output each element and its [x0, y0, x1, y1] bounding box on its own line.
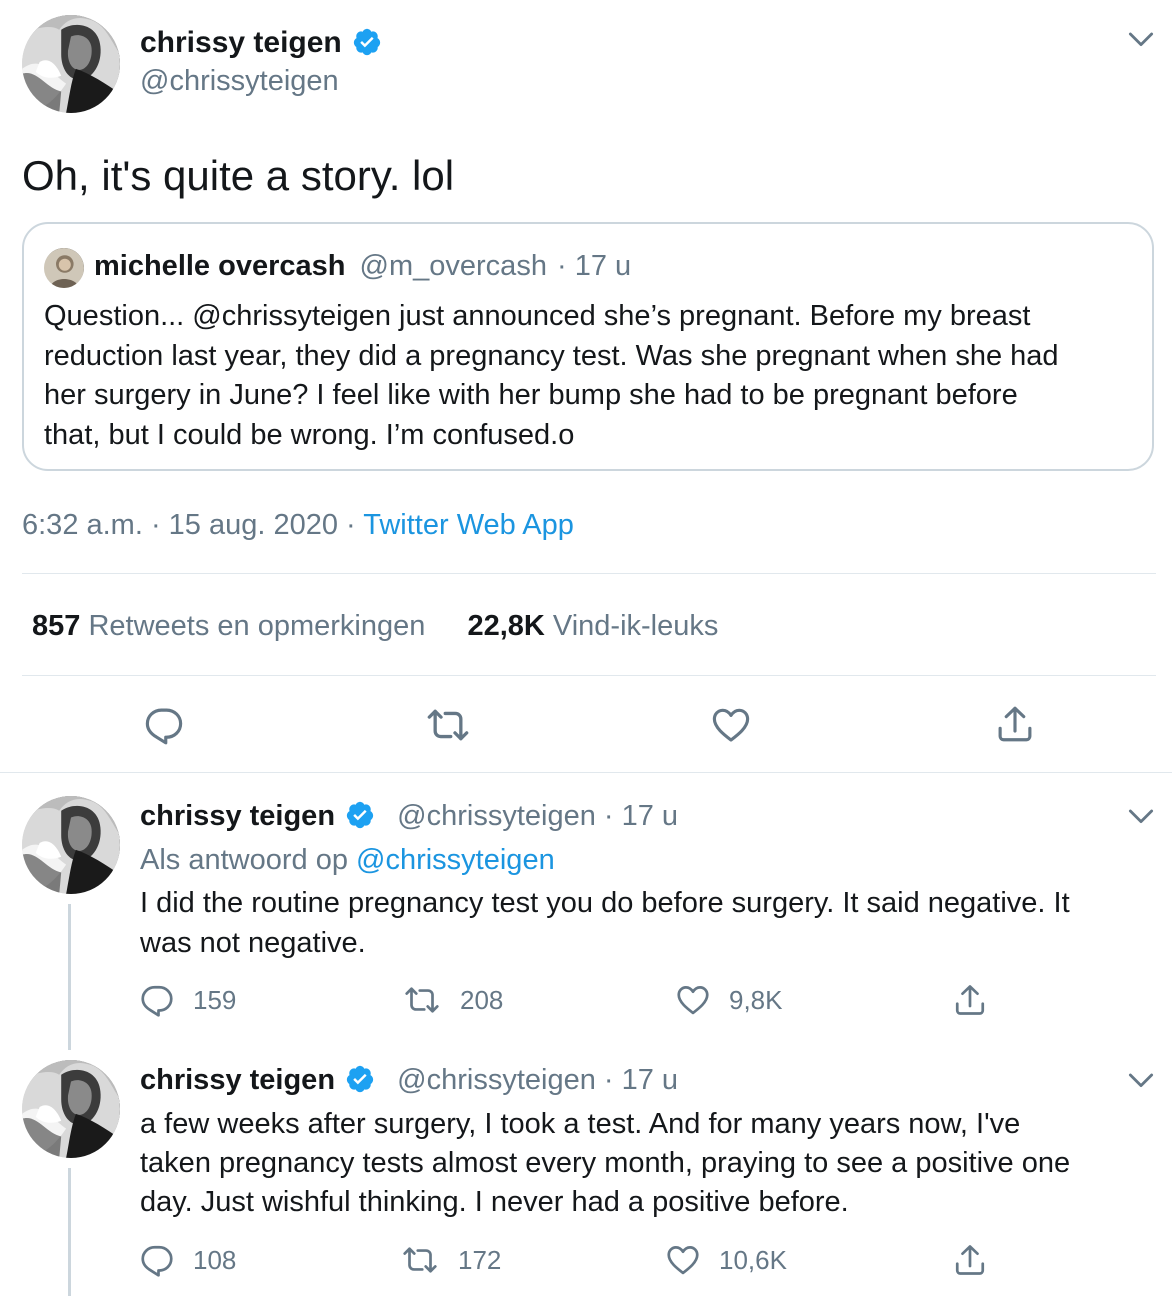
verified-badge-icon — [345, 800, 375, 830]
reply-icon — [139, 982, 175, 1018]
share-icon[interactable] — [952, 982, 988, 1018]
chevron-down-icon[interactable] — [1124, 1063, 1158, 1097]
likes-count: 22,8K — [467, 610, 545, 642]
tweet-text-line: I did the routine pregnancy test you do … — [140, 887, 1070, 919]
quoted-text-line: reduction last year, they did a pregnanc… — [44, 339, 1059, 372]
tweet-text-line: taken pregnancy tests almost every month… — [140, 1147, 1071, 1179]
quoted-time: · 17 u — [557, 250, 632, 282]
author-name[interactable]: chrissy teigen — [140, 800, 335, 832]
retweet-icon — [402, 982, 442, 1018]
divider — [22, 573, 1156, 574]
like-icon — [675, 982, 711, 1018]
quoted-text: Question... @chrissyteigen just announce… — [44, 297, 1059, 455]
quoted-tweet[interactable]: michelle overcash @m_overcash · 17 u Que… — [22, 222, 1154, 471]
thread-line — [68, 1168, 71, 1296]
author-handle[interactable]: @chrissyteigen — [397, 1064, 596, 1096]
verified-badge-icon — [345, 1064, 375, 1094]
thread-line — [68, 904, 71, 1050]
retweets-label: Retweets en opmerkingen — [88, 610, 426, 642]
reply-count: 159 — [193, 984, 237, 1015]
tweet-text-line: day. Just wishful thinking. I never had … — [140, 1186, 849, 1218]
avatar[interactable] — [22, 15, 120, 113]
tweet-text-line: a few weeks after surgery, I took a test… — [140, 1108, 1021, 1140]
chevron-down-icon[interactable] — [1124, 22, 1158, 56]
timestamp[interactable]: 6:32 a.m. · 15 aug. 2020 · — [22, 509, 363, 541]
author-name[interactable]: chrissy teigen — [140, 26, 342, 59]
avatar — [44, 248, 84, 288]
author-handle[interactable]: @chrissyteigen — [140, 63, 339, 99]
tweet-time[interactable]: · 17 u — [604, 1064, 678, 1096]
like-icon[interactable] — [710, 704, 752, 746]
retweet-count: 208 — [460, 984, 504, 1015]
retweet-icon[interactable] — [426, 703, 470, 747]
tweet-text: a few weeks after surgery, I took a test… — [140, 1105, 1070, 1222]
reply-button[interactable]: 159 — [139, 982, 236, 1018]
quoted-author-name: michelle overcash — [94, 250, 346, 282]
quoted-text-line: her surgery in June? I feel like with he… — [44, 379, 1018, 411]
source-link[interactable]: Twitter Web App — [363, 509, 574, 541]
reply-count: 108 — [193, 1244, 237, 1275]
divider — [22, 675, 1156, 676]
like-button[interactable]: 9,8K — [675, 982, 783, 1018]
reply-icon — [139, 1242, 175, 1278]
share-icon[interactable] — [952, 1242, 988, 1278]
reply-button[interactable]: 108 — [139, 1242, 236, 1278]
tweet-text: Oh, it's quite a story. lol — [22, 152, 455, 199]
retweets-stat[interactable]: 857 Retweets en opmerkingen — [32, 610, 433, 642]
likes-stat[interactable]: 22,8K Vind-ik-leuks — [467, 610, 718, 642]
author-handle[interactable]: @chrissyteigen — [397, 800, 596, 832]
retweet-icon — [400, 1242, 440, 1278]
like-button[interactable]: 10,6K — [665, 1242, 787, 1278]
divider — [0, 772, 1172, 773]
author-name[interactable]: chrissy teigen — [140, 1064, 335, 1096]
share-icon[interactable] — [994, 703, 1036, 745]
retweet-count: 172 — [458, 1244, 502, 1275]
quoted-text-line: that, but I could be wrong. I’m confused… — [44, 418, 575, 451]
likes-label: Vind-ik-leuks — [552, 610, 719, 642]
retweet-button[interactable]: 172 — [400, 1242, 501, 1278]
avatar[interactable] — [22, 1060, 120, 1158]
avatar[interactable] — [22, 796, 120, 894]
reply-context: Als antwoord op — [140, 844, 357, 876]
retweets-count: 857 — [32, 610, 81, 642]
tweet-text: I did the routine pregnancy test you do … — [140, 884, 1070, 963]
quoted-author-handle: @m_overcash — [359, 250, 547, 282]
like-count: 9,8K — [729, 984, 783, 1015]
chevron-down-icon[interactable] — [1124, 799, 1158, 833]
tweet-text-line: was not negative. — [140, 926, 366, 959]
retweet-button[interactable]: 208 — [402, 982, 503, 1018]
like-count: 10,6K — [719, 1244, 787, 1275]
tweet-time[interactable]: · 17 u — [604, 800, 678, 832]
verified-badge-icon — [352, 27, 382, 57]
reply-icon[interactable] — [143, 704, 185, 746]
quoted-text-line: Question... @chrissyteigen just announce… — [44, 300, 1031, 332]
reply-to-link[interactable]: @chrissyteigen — [356, 844, 555, 876]
like-icon — [665, 1242, 701, 1278]
